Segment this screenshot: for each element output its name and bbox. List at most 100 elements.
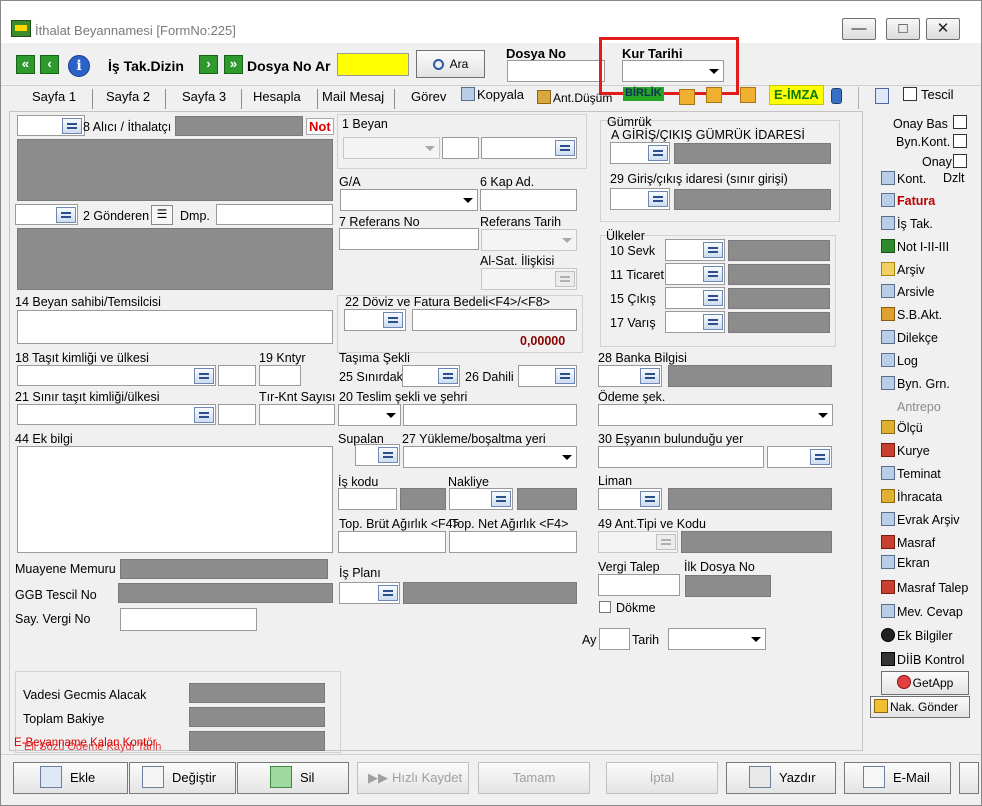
sidebar-item-is-tak[interactable]: İş Tak.: [881, 216, 933, 231]
list-picker-icon[interactable]: [555, 271, 575, 287]
sevk-input[interactable]: [665, 239, 725, 261]
al-sat-input[interactable]: [481, 268, 577, 290]
sidebar-item-log[interactable]: Log: [881, 353, 918, 368]
onay-checkbox[interactable]: [953, 154, 967, 168]
kap-ad-input[interactable]: [480, 189, 577, 211]
dmp-input[interactable]: [216, 204, 333, 225]
sidebar-item-evrak-arsiv[interactable]: Evrak Arşiv: [881, 512, 960, 527]
banka-input[interactable]: [598, 365, 662, 387]
list-picker-icon[interactable]: [194, 368, 214, 384]
document-search-icon[interactable]: [875, 88, 889, 104]
teslim-select[interactable]: [338, 404, 401, 426]
ara-button[interactable]: Ara: [416, 50, 485, 78]
tasit-ulke-input[interactable]: [218, 365, 256, 386]
ekle-button[interactable]: Ekle: [13, 762, 128, 794]
mobile-icon[interactable]: [831, 88, 842, 104]
fatura-bedeli-input[interactable]: [412, 309, 577, 331]
tamam-button[interactable]: Tamam: [478, 762, 590, 794]
list-picker-icon[interactable]: [194, 407, 214, 423]
tab-hesapla[interactable]: Hesapla: [253, 89, 301, 104]
ant-tipi-input[interactable]: [598, 531, 678, 553]
sidebar-item-olcu[interactable]: Ölçü: [881, 420, 923, 435]
beyan-select[interactable]: [343, 137, 440, 159]
sidebar-item-ihracata[interactable]: İhracata: [881, 489, 942, 504]
open-folder-icon[interactable]: [740, 87, 756, 103]
tab-sayfa-3[interactable]: Sayfa 3: [182, 89, 226, 104]
referans-tarih-select[interactable]: [481, 229, 577, 251]
list-picker-icon[interactable]: [648, 191, 668, 207]
onay-bas-checkbox[interactable]: [953, 115, 967, 129]
sidebar-item-masraf[interactable]: Masraf: [881, 535, 935, 550]
tab-sayfa-2[interactable]: Sayfa 2: [106, 89, 150, 104]
dzlt-button[interactable]: Dzlt: [943, 171, 965, 185]
yazdir-button[interactable]: Yazdır: [726, 762, 836, 794]
more-button[interactable]: [959, 762, 979, 794]
list-picker-icon[interactable]: [438, 368, 458, 384]
upload-folder-icon[interactable]: [706, 87, 722, 103]
kopyala-button[interactable]: Kopyala: [461, 87, 524, 102]
close-button[interactable]: ✕: [926, 18, 960, 40]
dahili-input[interactable]: [518, 365, 577, 387]
teslim-sehir-input[interactable]: [403, 404, 577, 426]
last-record-icon[interactable]: »: [224, 55, 243, 74]
beyan-code-input[interactable]: [442, 137, 479, 159]
sidebar-item-mev-cevap[interactable]: Mev. Cevap: [881, 604, 963, 619]
varis-input[interactable]: [665, 311, 725, 333]
e-imza-button[interactable]: E-İMZA: [769, 85, 824, 105]
beyan-type-input[interactable]: [481, 137, 577, 159]
sidebar-item-not[interactable]: Not I-II-III: [881, 239, 949, 254]
say-vergi-input[interactable]: [120, 608, 257, 631]
byn-kont-checkbox[interactable]: [953, 134, 967, 148]
brut-input[interactable]: [338, 531, 446, 553]
list-picker-icon[interactable]: [555, 368, 575, 384]
tescil-checkbox[interactable]: [903, 87, 917, 101]
sidebar-item-byn-grn[interactable]: Byn. Grn.: [881, 376, 950, 391]
giris-cikis-code-input[interactable]: [610, 142, 670, 164]
vergi-talep-input[interactable]: [598, 574, 680, 596]
sidebar-item-antrepo[interactable]: Antrepo: [881, 399, 941, 414]
list-picker-icon[interactable]: [62, 118, 82, 134]
tab-mail-mesaj[interactable]: Mail Mesaj: [322, 89, 384, 104]
getapp-button[interactable]: GetApp: [881, 671, 969, 695]
ek-bilgi-textarea[interactable]: [17, 446, 333, 553]
list-picker-icon[interactable]: [491, 491, 511, 507]
tasit-input[interactable]: [17, 365, 216, 386]
doviz-code-input[interactable]: [344, 309, 406, 331]
iptal-button[interactable]: İptal: [606, 762, 718, 794]
tab-gorev[interactable]: Görev: [411, 89, 446, 104]
kont-button[interactable]: Kont.: [881, 171, 926, 186]
sidebar-item-masraf-talep[interactable]: Masraf Talep: [881, 580, 968, 595]
nakliye-input[interactable]: [449, 488, 513, 510]
list-picker-icon[interactable]: [656, 534, 676, 550]
sinir-tasit-ulke-input[interactable]: [218, 404, 256, 425]
list-picker-icon[interactable]: [703, 290, 723, 306]
ga-select[interactable]: [340, 189, 478, 211]
list-picker-icon[interactable]: [648, 145, 668, 161]
dosya-no-input[interactable]: [507, 60, 605, 82]
sinir-tasit-input[interactable]: [17, 404, 216, 425]
liman-input[interactable]: [598, 488, 662, 510]
ay-input[interactable]: [599, 628, 630, 650]
degistir-button[interactable]: Değiştir: [129, 762, 236, 794]
list-picker-icon[interactable]: [810, 449, 830, 465]
esya-input[interactable]: [598, 446, 764, 468]
supalan-input[interactable]: [355, 444, 400, 466]
info-icon[interactable]: i: [68, 55, 90, 77]
minimize-button[interactable]: —: [842, 18, 876, 40]
sidebar-item-diib-kontrol[interactable]: DİİB Kontrol: [881, 652, 964, 667]
tab-sayfa-1[interactable]: Sayfa 1: [32, 89, 76, 104]
list-picker-icon[interactable]: [703, 242, 723, 258]
referans-no-input[interactable]: [339, 228, 479, 250]
is-plani-input[interactable]: [339, 582, 400, 604]
nak-gonder-button[interactable]: Nak. Gönder: [870, 696, 970, 718]
dosya-no-search-input[interactable]: [337, 53, 409, 76]
list-picker-icon[interactable]: [378, 447, 398, 463]
sidebar-item-sb-akt[interactable]: S.B.Akt.: [881, 307, 942, 322]
maximize-button[interactable]: □: [886, 18, 920, 40]
sil-button[interactable]: Sil: [237, 762, 349, 794]
sidebar-item-ekran[interactable]: Ekran: [881, 555, 930, 570]
dokme-checkbox[interactable]: [599, 601, 611, 613]
sidebar-item-dilekce[interactable]: Dilekçe: [881, 330, 938, 345]
email-button[interactable]: E-Mail: [844, 762, 951, 794]
sidebar-item-arsivle[interactable]: Arsivle: [881, 284, 935, 299]
